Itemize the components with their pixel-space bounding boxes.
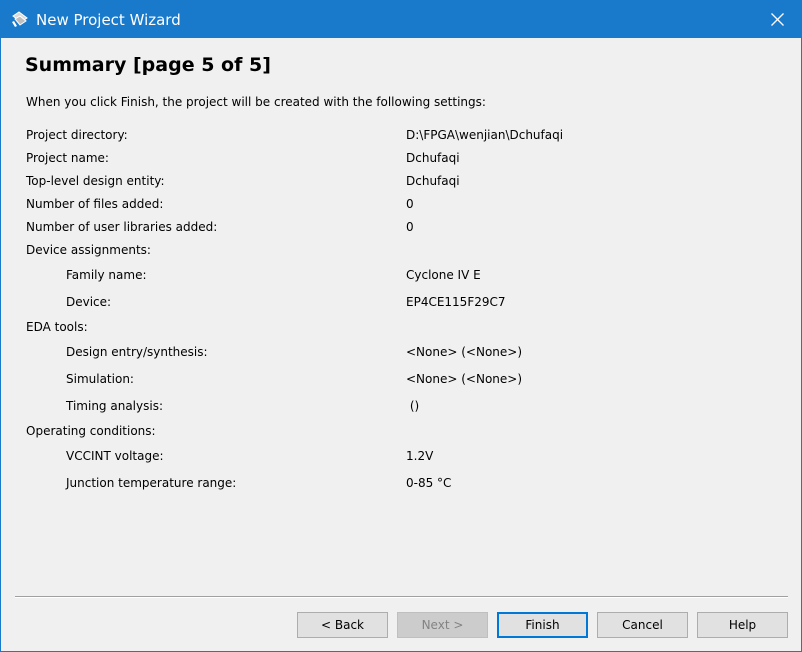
cancel-button[interactable]: Cancel	[597, 612, 688, 638]
close-button[interactable]	[755, 1, 801, 38]
user-libraries-value: 0	[406, 220, 414, 234]
device-value: EP4CE115F29C7	[406, 295, 506, 309]
timing-analysis-label: Timing analysis:	[66, 399, 163, 413]
simulation-label: Simulation:	[66, 372, 134, 386]
vccint-voltage-label: VCCINT voltage:	[66, 449, 164, 463]
project-name-value: Dchufaqi	[406, 151, 460, 165]
user-libraries-label: Number of user libraries added:	[26, 220, 218, 234]
button-divider	[15, 596, 788, 598]
family-name-value: Cyclone IV E	[406, 268, 481, 282]
new-project-wizard-window: New Project Wizard Summary [page 5 of 5]…	[0, 0, 802, 652]
project-name-label: Project name:	[26, 151, 109, 165]
help-button[interactable]: Help	[697, 612, 788, 638]
operating-conditions-label: Operating conditions:	[26, 424, 156, 438]
junction-temp-value: 0-85 °C	[406, 476, 452, 490]
project-directory-value: D:\FPGA\wenjian\Dchufaqi	[406, 128, 564, 142]
project-directory-label: Project directory:	[26, 128, 128, 142]
finish-button[interactable]: Finish	[497, 612, 588, 638]
timing-analysis-value: ()	[406, 399, 420, 413]
wizard-icon	[11, 10, 29, 28]
simulation-value: <None> (<None>)	[406, 372, 523, 386]
files-added-value: 0	[406, 197, 414, 211]
files-added-label: Number of files added:	[26, 197, 164, 211]
next-button[interactable]: Next >	[397, 612, 488, 638]
junction-temp-label: Junction temperature range:	[66, 476, 237, 490]
top-level-entity-value: Dchufaqi	[406, 174, 460, 188]
intro-text: When you click Finish, the project will …	[26, 95, 486, 109]
design-entry-label: Design entry/synthesis:	[66, 345, 208, 359]
design-entry-value: <None> (<None>)	[406, 345, 523, 359]
device-label: Device:	[66, 295, 112, 309]
device-assignments-label: Device assignments:	[26, 243, 151, 257]
vccint-voltage-value: 1.2V	[406, 449, 434, 463]
close-icon	[771, 13, 784, 26]
title-bar[interactable]: New Project Wizard	[1, 1, 801, 38]
window-title: New Project Wizard	[36, 11, 181, 29]
top-level-entity-label: Top-level design entity:	[26, 174, 165, 188]
back-button[interactable]: < Back	[297, 612, 388, 638]
page-title: Summary [page 5 of 5]	[25, 54, 271, 76]
eda-tools-label: EDA tools:	[26, 320, 88, 334]
family-name-label: Family name:	[66, 268, 147, 282]
